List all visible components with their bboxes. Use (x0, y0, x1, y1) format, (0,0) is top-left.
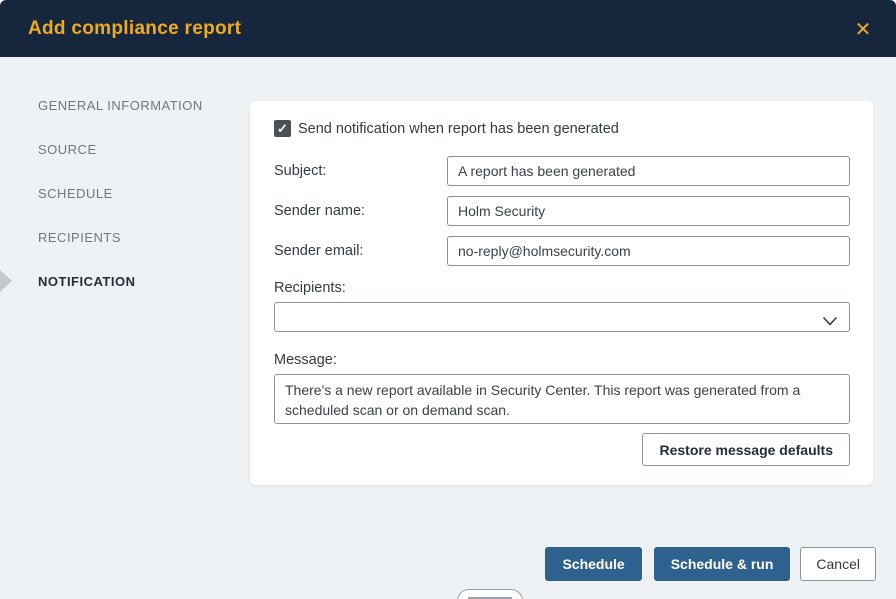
close-icon[interactable]: ✕ (848, 14, 878, 44)
sidebar-item-general-information[interactable]: GENERAL INFORMATION (0, 83, 250, 127)
recipients-select[interactable] (274, 302, 850, 332)
recipients-label: Recipients: (274, 280, 850, 296)
sender-name-row: Sender name: (274, 196, 850, 226)
sender-name-label: Sender name: (274, 203, 447, 219)
subject-label: Subject: (274, 163, 447, 179)
add-compliance-report-modal: Add compliance report ✕ GENERAL INFORMAT… (0, 0, 896, 599)
modal-header: Add compliance report ✕ (0, 0, 896, 57)
modal-title: Add compliance report (28, 18, 241, 40)
bottom-partial-button[interactable] (457, 589, 523, 599)
sender-name-input[interactable] (447, 196, 850, 226)
sidebar-item-label: NOTIFICATION (38, 274, 135, 289)
sender-email-label: Sender email: (274, 243, 447, 259)
send-notification-label: Send notification when report has been g… (298, 121, 619, 137)
restore-message-defaults-button[interactable]: Restore message defaults (642, 433, 850, 466)
sender-email-input[interactable] (447, 236, 850, 266)
sidebar-item-recipients[interactable]: RECIPIENTS (0, 215, 250, 259)
sender-email-row: Sender email: (274, 236, 850, 266)
cancel-button[interactable]: Cancel (800, 547, 876, 581)
sidebar-item-label: SCHEDULE (38, 186, 113, 201)
sidebar-item-schedule[interactable]: SCHEDULE (0, 171, 250, 215)
subject-row: Subject: (274, 156, 850, 186)
send-notification-checkbox[interactable]: ✓ (274, 120, 291, 137)
message-label: Message: (274, 352, 850, 368)
restore-row: Restore message defaults (274, 433, 850, 466)
check-icon: ✓ (277, 122, 288, 135)
chevron-down-icon (823, 313, 837, 331)
schedule-and-run-button[interactable]: Schedule & run (654, 547, 791, 581)
wizard-steps-sidebar: GENERAL INFORMATION SOURCE SCHEDULE RECI… (0, 57, 250, 303)
sidebar-item-notification[interactable]: NOTIFICATION (0, 259, 250, 303)
sidebar-item-label: GENERAL INFORMATION (38, 98, 203, 113)
active-item-arrow-icon (0, 270, 12, 292)
schedule-button[interactable]: Schedule (545, 547, 641, 581)
sidebar-item-source[interactable]: SOURCE (0, 127, 250, 171)
sidebar-item-label: RECIPIENTS (38, 230, 121, 245)
sidebar-item-label: SOURCE (38, 142, 97, 157)
send-notification-row: ✓ Send notification when report has been… (274, 120, 850, 137)
notification-form-card: ✓ Send notification when report has been… (250, 101, 873, 485)
message-textarea[interactable]: There's a new report available in Securi… (274, 374, 850, 424)
subject-input[interactable] (447, 156, 850, 186)
footer-actions: Schedule Schedule & run Cancel (545, 547, 876, 581)
